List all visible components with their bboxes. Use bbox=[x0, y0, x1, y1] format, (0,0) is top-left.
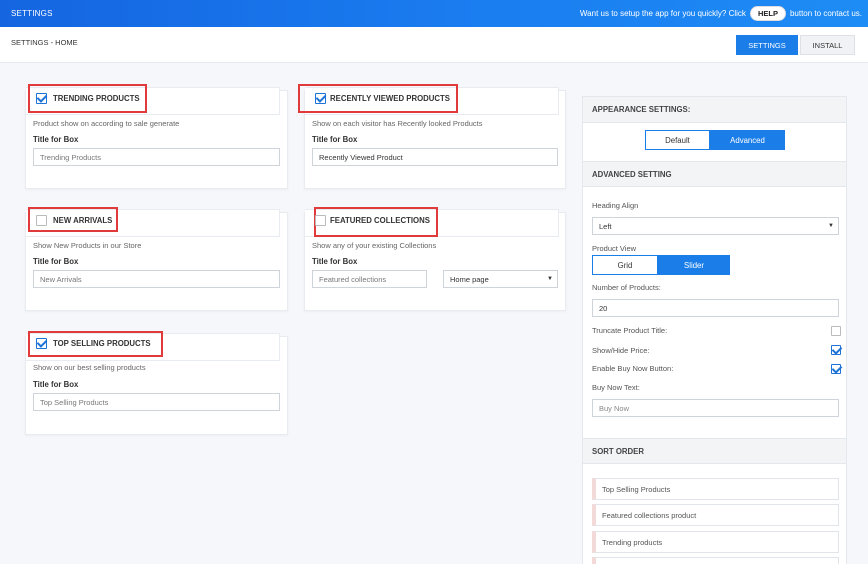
sort-order-title: SORT ORDER bbox=[583, 438, 846, 464]
show-hide-price-label: Show/Hide Price: bbox=[592, 346, 650, 355]
appearance-settings-title: APPEARANCE SETTINGS: bbox=[583, 97, 846, 123]
featured-page-select[interactable]: Home page ▼ bbox=[443, 270, 558, 288]
title-for-box-label: Title for Box bbox=[312, 135, 358, 144]
app-title: SETTINGS bbox=[11, 9, 53, 18]
mode-advanced-button[interactable]: Advanced bbox=[710, 130, 785, 150]
card-description: Show on our best selling products bbox=[33, 363, 146, 372]
advanced-setting-title: ADVANCED SETTING bbox=[583, 161, 846, 187]
tab-bar: SETTINGS INSTALL bbox=[736, 35, 855, 55]
trending-title-input[interactable]: Trending Products bbox=[33, 148, 280, 166]
title-for-box-label: Title for Box bbox=[33, 257, 79, 266]
sort-item[interactable]: Trending products bbox=[592, 531, 839, 553]
appearance-mode-toggle: Default Advanced bbox=[645, 130, 785, 150]
card-description: Show New Products in our Store bbox=[33, 241, 142, 250]
buy-now-text-input[interactable]: Buy Now bbox=[592, 399, 839, 417]
product-view-toggle: Grid Slider bbox=[592, 255, 730, 275]
number-of-products-label: Number of Products: bbox=[592, 283, 661, 292]
help-text-after: button to contact us. bbox=[789, 9, 862, 18]
card-title: RECENTLY VIEWED PRODUCTS bbox=[330, 94, 451, 103]
sort-item[interactable] bbox=[592, 557, 839, 564]
recent-title-input[interactable]: Recently Viewed Product bbox=[312, 148, 558, 166]
tab-settings[interactable]: SETTINGS bbox=[736, 35, 798, 55]
settings-panel: APPEARANCE SETTINGS: Default Advanced AD… bbox=[582, 96, 847, 564]
buy-now-text-label: Buy Now Text: bbox=[592, 383, 640, 392]
number-of-products-input[interactable]: 20 bbox=[592, 299, 839, 317]
truncate-title-checkbox[interactable] bbox=[831, 326, 841, 336]
chevron-down-icon: ▼ bbox=[547, 276, 553, 282]
heading-align-value: Left bbox=[599, 221, 612, 231]
heading-align-label: Heading Align bbox=[592, 201, 639, 210]
enable-buy-now-label: Enable Buy Now Button: bbox=[592, 364, 674, 373]
new-arrivals-checkbox[interactable] bbox=[36, 215, 47, 226]
new-arrivals-title-input[interactable]: New Arrivals bbox=[33, 270, 280, 288]
title-for-box-label: Title for Box bbox=[33, 380, 79, 389]
featured-page-select-value: Home page bbox=[450, 274, 489, 284]
card-description: Show any of your existing Collections bbox=[312, 241, 437, 250]
recent-checkbox[interactable] bbox=[315, 93, 326, 104]
card-title: NEW ARRIVALS bbox=[53, 216, 113, 225]
chevron-down-icon: ▼ bbox=[828, 223, 834, 229]
show-hide-price-checkbox[interactable] bbox=[831, 345, 841, 355]
help-text-before: Want us to setup the app for you quickly… bbox=[579, 9, 746, 18]
title-for-box-label: Title for Box bbox=[312, 257, 358, 266]
sub-header: SETTINGS - HOME SETTINGS INSTALL bbox=[0, 27, 868, 63]
enable-buy-now-checkbox[interactable] bbox=[831, 364, 841, 374]
view-grid-button[interactable]: Grid bbox=[592, 255, 658, 275]
help-button[interactable]: HELP bbox=[749, 6, 786, 21]
title-for-box-label: Title for Box bbox=[33, 135, 79, 144]
tab-install[interactable]: INSTALL bbox=[800, 35, 855, 55]
card-title: TRENDING PRODUCTS bbox=[53, 94, 140, 103]
card-description: Product show on according to sale genera… bbox=[33, 119, 180, 128]
mode-default-button[interactable]: Default bbox=[645, 130, 710, 150]
truncate-title-label: Truncate Product Title: bbox=[592, 326, 668, 335]
heading-align-select[interactable]: Left ▼ bbox=[592, 217, 839, 235]
card-title: TOP SELLING PRODUCTS bbox=[53, 339, 151, 348]
top-selling-checkbox[interactable] bbox=[36, 338, 47, 349]
card-description: Show on each visitor has Recently looked… bbox=[312, 119, 483, 128]
top-selling-title-input[interactable]: Top Selling Products bbox=[33, 393, 280, 411]
featured-title-input[interactable]: Featured collections bbox=[312, 270, 427, 288]
trending-checkbox[interactable] bbox=[36, 93, 47, 104]
help-message: Want us to setup the app for you quickly… bbox=[580, 6, 862, 21]
featured-checkbox[interactable] bbox=[315, 215, 326, 226]
breadcrumb: SETTINGS - HOME bbox=[11, 38, 78, 47]
product-view-label: Product View bbox=[592, 244, 637, 253]
card-title: FEATURED COLLECTIONS bbox=[330, 216, 430, 225]
top-bar: SETTINGS Want us to setup the app for yo… bbox=[0, 0, 868, 27]
sort-item[interactable]: Featured collections product bbox=[592, 504, 839, 526]
sort-item[interactable]: Top Selling Products bbox=[592, 478, 839, 500]
view-slider-button[interactable]: Slider bbox=[658, 255, 730, 275]
